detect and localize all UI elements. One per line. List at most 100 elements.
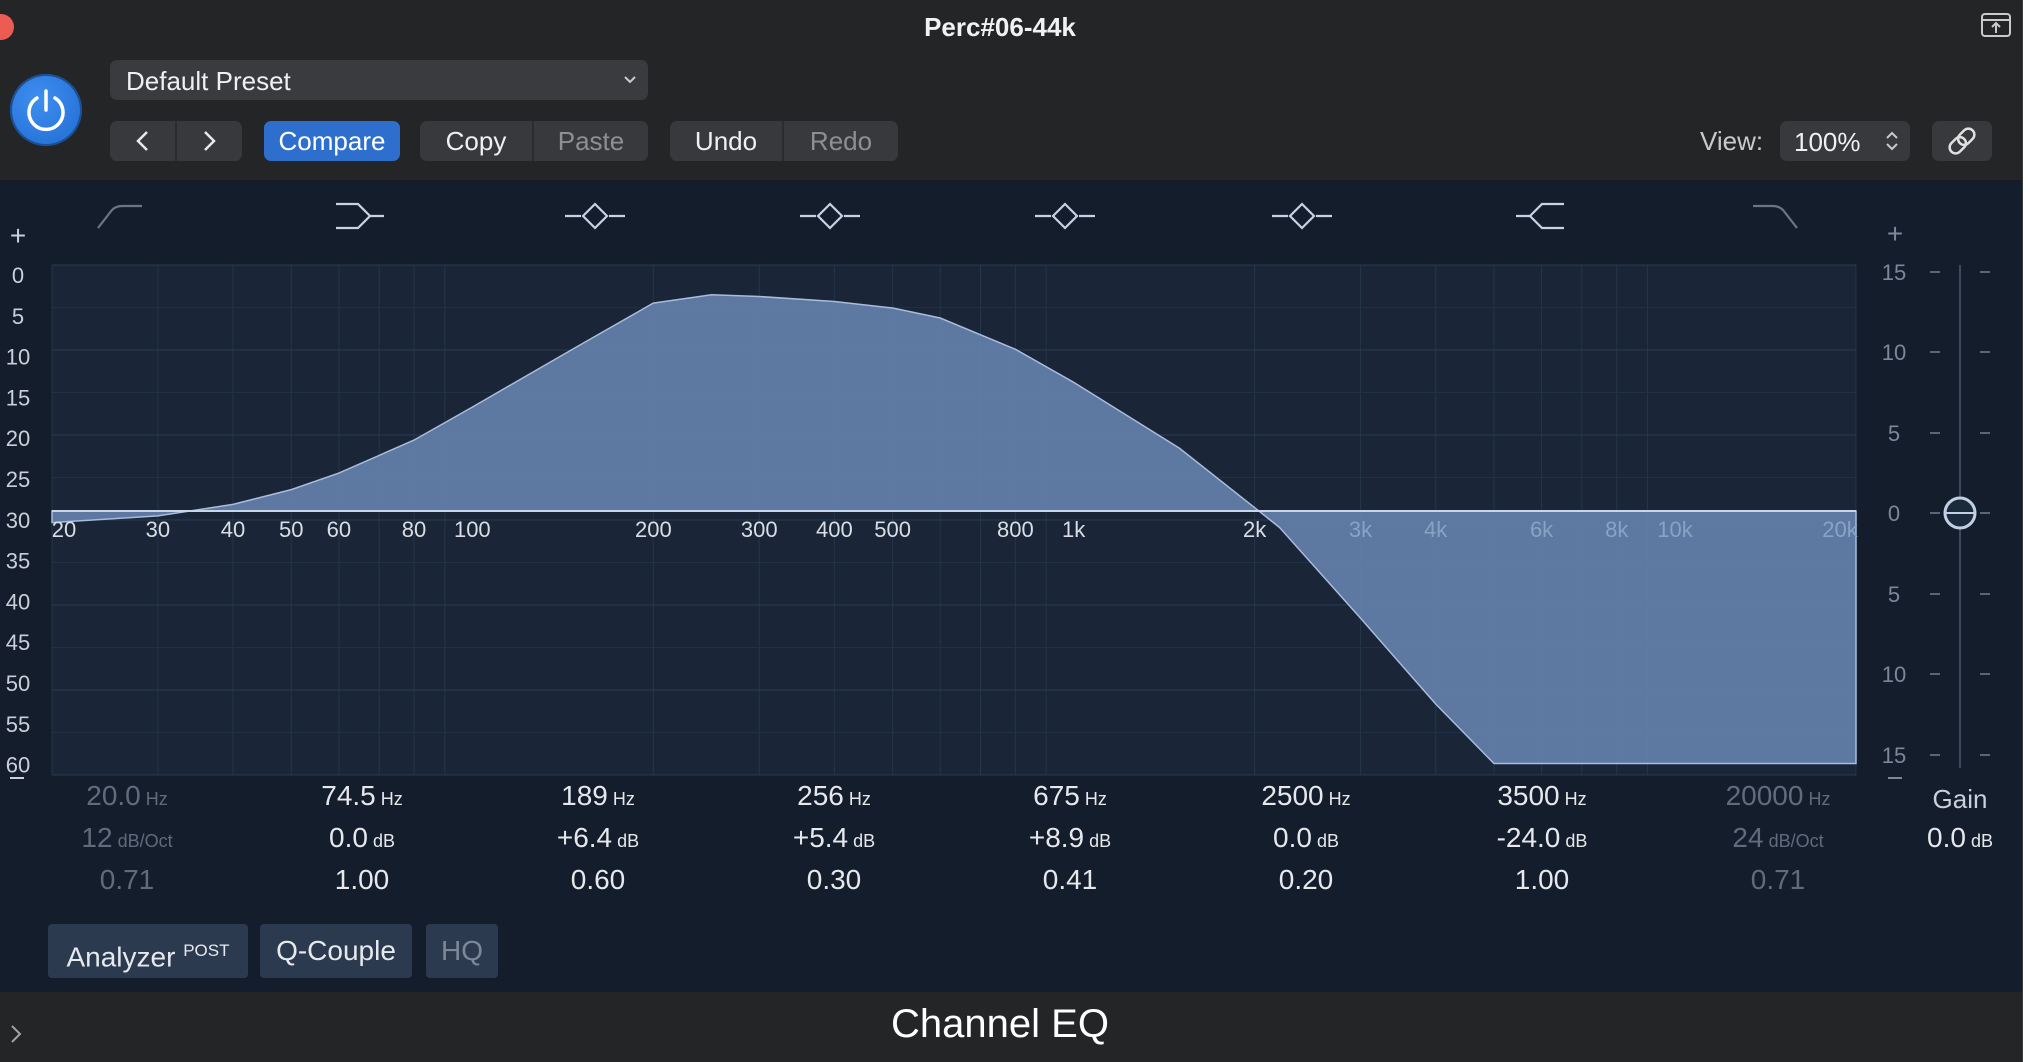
band-6-gain-value[interactable]: 0.0 dB — [1196, 822, 1416, 854]
band-1-gain-value[interactable]: 12 dB/Oct — [17, 822, 237, 854]
compare-button[interactable]: Compare — [264, 121, 400, 161]
preset-label: Default Preset — [126, 66, 291, 96]
band-3-gain-value[interactable]: +6.4 dB — [488, 822, 708, 854]
band-2-q-value[interactable]: 1.00 — [252, 864, 472, 896]
band-value: +5.4 — [792, 822, 849, 853]
analyzer-label: Analyzer — [66, 941, 176, 973]
undo-button[interactable]: Undo — [670, 121, 782, 161]
band-7-gain-value[interactable]: -24.0 dB — [1432, 822, 1652, 854]
left-db-label: 30 — [6, 508, 30, 533]
bell-band-icon[interactable] — [1035, 202, 1095, 230]
freq-label: 30 — [146, 517, 170, 542]
bell-band-icon[interactable] — [1272, 202, 1332, 230]
power-button[interactable] — [10, 74, 82, 146]
high-cut-band-icon[interactable] — [1753, 204, 1798, 229]
high-shelf-band-icon[interactable] — [1516, 202, 1564, 230]
freq-label: 4k — [1424, 517, 1448, 542]
band-5-freq-value[interactable]: 675 Hz — [960, 780, 1180, 812]
power-icon — [27, 89, 65, 132]
band-unit: dB — [1311, 831, 1339, 851]
plugin-name: Channel EQ — [891, 1002, 1109, 1046]
band-value: 0.0 — [1273, 822, 1312, 853]
band-8-q-value[interactable]: 0.71 — [1668, 864, 1888, 896]
q-couple-button[interactable]: Q-Couple — [260, 924, 412, 978]
band-2-freq-value[interactable]: 74.5 Hz — [252, 780, 472, 812]
band-value: 24 — [1732, 822, 1764, 853]
band-2-gain-value[interactable]: 0.0 dB — [252, 822, 472, 854]
band-1-freq-value[interactable]: 20.0 Hz — [17, 780, 237, 812]
band-value: 0.41 — [1042, 864, 1098, 895]
paste-button[interactable]: Paste — [534, 121, 648, 161]
right-db-label: 0 — [1888, 501, 1900, 526]
undo-redo-group: Undo Redo — [670, 121, 898, 161]
band-5-q-value[interactable]: 0.41 — [960, 864, 1180, 896]
band-value: 3500 — [1497, 780, 1560, 811]
band-5-gain-value[interactable]: +8.9 dB — [960, 822, 1180, 854]
band-unit: Hz — [1079, 789, 1107, 809]
left-db-label: 0 — [12, 263, 24, 288]
view-label: View: — [1700, 126, 1764, 156]
left-db-label: 55 — [6, 712, 30, 737]
band-value: 675 — [1033, 780, 1080, 811]
band-unit: Hz — [140, 789, 168, 809]
redo-button[interactable]: Redo — [784, 121, 898, 161]
freq-label: 20k — [1822, 517, 1858, 542]
preset-dropdown[interactable]: Default Preset — [110, 60, 648, 100]
band-unit: dB — [612, 831, 640, 851]
gain-value[interactable]: 0.0 dB — [1840, 822, 2022, 854]
hide-window-icon[interactable] — [1980, 12, 2012, 38]
band-3-freq-value[interactable]: 189 Hz — [488, 780, 708, 812]
link-button[interactable] — [1932, 121, 1992, 161]
band-value: 0.60 — [570, 864, 626, 895]
analyzer-mode-label: POST — [183, 941, 230, 960]
band-8-freq-value[interactable]: 20000 Hz — [1668, 780, 1888, 812]
band-value: +8.9 — [1028, 822, 1085, 853]
band-value: 2500 — [1261, 780, 1324, 811]
freq-label: 20 — [52, 517, 76, 542]
bell-band-icon[interactable] — [800, 202, 860, 230]
right-scale-plus-icon: + — [1887, 218, 1903, 249]
low-shelf-band-icon[interactable] — [336, 202, 384, 230]
band-value: +6.4 — [556, 822, 613, 853]
band-4-freq-value[interactable]: 256 Hz — [724, 780, 944, 812]
left-db-label: 35 — [6, 549, 30, 574]
preset-nav-group — [110, 121, 242, 161]
freq-label: 6k — [1530, 517, 1554, 542]
freq-label: 8k — [1605, 517, 1629, 542]
next-preset-button[interactable] — [176, 121, 242, 161]
band-6-q-value[interactable]: 0.20 — [1196, 864, 1416, 896]
band-value: 12 — [81, 822, 113, 853]
bell-band-icon[interactable] — [565, 202, 625, 230]
band-unit: dB — [848, 831, 876, 851]
band-7-q-value[interactable]: 1.00 — [1432, 864, 1652, 896]
band-unit: Hz — [1803, 789, 1831, 809]
copy-button[interactable]: Copy — [420, 121, 532, 161]
band-3-q-value[interactable]: 0.60 — [488, 864, 708, 896]
analyzer-button[interactable]: Analyzer POST — [48, 924, 248, 978]
freq-label: 100 — [454, 517, 491, 542]
band-value: 74.5 — [321, 780, 376, 811]
band-4-q-value[interactable]: 0.30 — [724, 864, 944, 896]
previous-preset-button[interactable] — [110, 121, 176, 161]
hq-button[interactable]: HQ — [426, 924, 498, 978]
band-value: 256 — [797, 780, 844, 811]
low-cut-band-icon[interactable] — [97, 204, 142, 229]
freq-label: 300 — [741, 517, 778, 542]
plugin-window: Perc#06-44k Default Preset Compare Copy … — [0, 0, 2023, 1062]
band-6-freq-value[interactable]: 2500 Hz — [1196, 780, 1416, 812]
band-1-q-value[interactable]: 0.71 — [17, 864, 237, 896]
band-unit: Hz — [843, 789, 871, 809]
band-unit: dB — [1084, 831, 1112, 851]
freq-label: 50 — [279, 517, 303, 542]
link-icon — [1948, 127, 1976, 155]
up-down-chevron-icon — [1886, 131, 1898, 151]
freq-label: 500 — [874, 517, 911, 542]
chevron-right-icon — [204, 131, 216, 151]
view-zoom-stepper[interactable]: 100% — [1780, 121, 1910, 161]
band-7-freq-value[interactable]: 3500 Hz — [1432, 780, 1652, 812]
left-db-label: 10 — [6, 345, 30, 370]
left-db-label: 45 — [6, 630, 30, 655]
band-4-gain-value[interactable]: +5.4 dB — [724, 822, 944, 854]
left-db-label: 40 — [6, 589, 30, 614]
left-db-label: 25 — [6, 467, 30, 492]
